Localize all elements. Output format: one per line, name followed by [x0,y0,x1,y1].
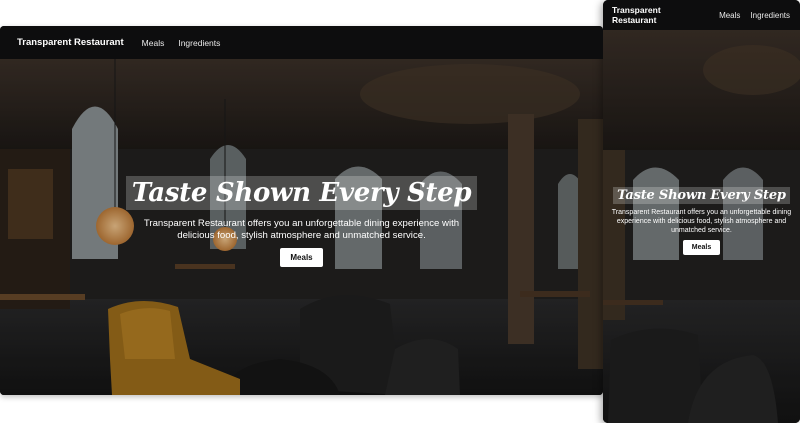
mobile-meals-button[interactable]: Meals [682,240,721,255]
nav-link-ingredients[interactable]: Ingredients [178,38,220,48]
mobile-nav-link-ingredients[interactable]: Ingredients [750,11,790,20]
navbar: Transparent Restaurant Meals Ingredients [0,26,603,59]
hero-subtitle: Transparent Restaurant offers you an unf… [143,218,460,241]
mobile-hero-title: Taste Shown Every Step [613,187,790,204]
desktop-preview-window: Transparent Restaurant Meals Ingredients [0,26,603,395]
brand-link[interactable]: Transparent Restaurant [17,37,124,48]
mobile-preview-window: Transparent Restaurant Meals Ingredients [603,0,800,423]
meals-button[interactable]: Meals [280,248,323,267]
mobile-hero-section: Taste Shown Every Step Transparent Resta… [603,186,800,255]
mobile-brand-link[interactable]: Transparent Restaurant [612,5,703,25]
hero-title: Taste Shown Every Step [125,176,478,210]
mobile-nav-link-meals[interactable]: Meals [719,11,740,20]
mobile-navbar: Transparent Restaurant Meals Ingredients [603,0,800,30]
hero-section: Taste Shown Every Step Transparent Resta… [0,176,603,267]
mobile-hero-subtitle: Transparent Restaurant offers you an unf… [611,209,792,234]
nav-link-meals[interactable]: Meals [142,38,165,48]
